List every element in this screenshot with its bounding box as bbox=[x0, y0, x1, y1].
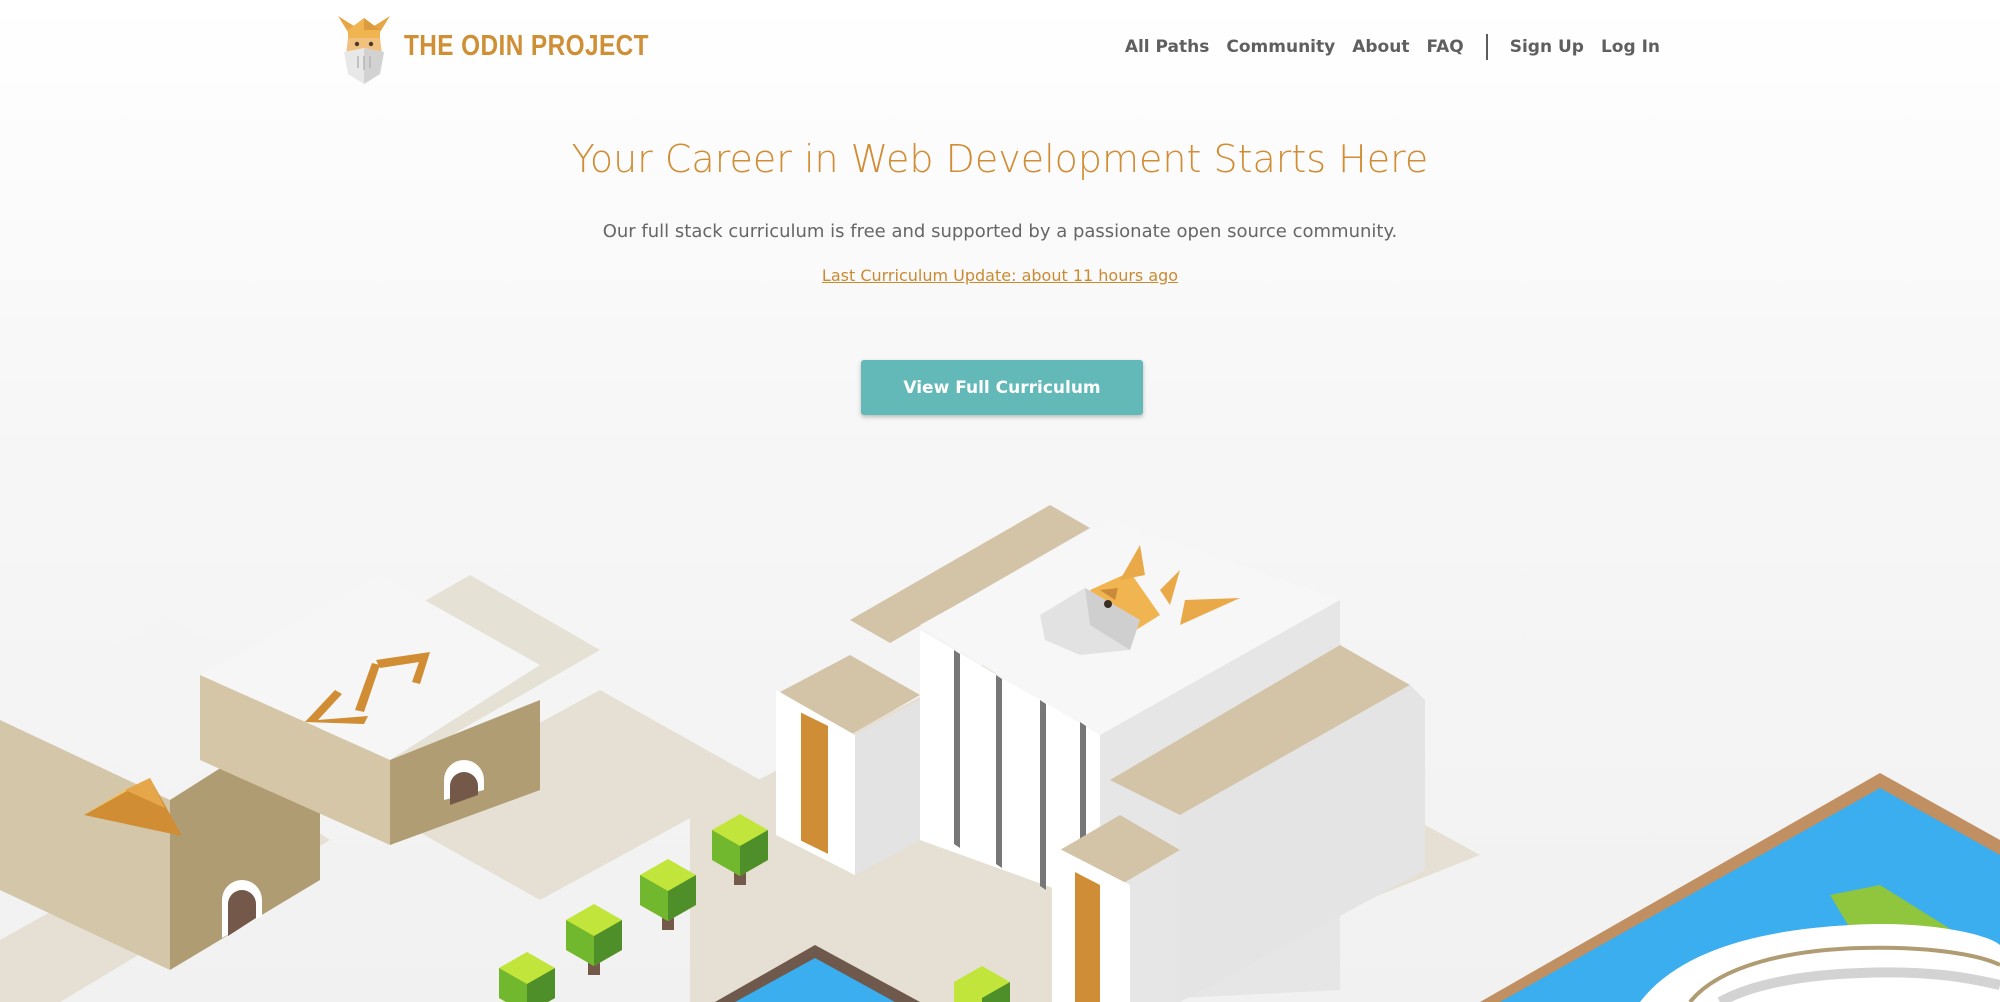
nav-all-paths[interactable]: All Paths bbox=[1125, 37, 1210, 57]
home-logo-link[interactable]: THE ODIN PROJECT bbox=[336, 8, 696, 84]
sign-up-link[interactable]: Sign Up bbox=[1510, 37, 1584, 57]
isometric-campus-illustration bbox=[0, 505, 2000, 1002]
hero-subtitle: Our full stack curriculum is free and su… bbox=[602, 221, 1398, 242]
right-pool-building bbox=[1480, 773, 2000, 1002]
view-full-curriculum-button[interactable]: View Full Curriculum bbox=[861, 360, 1143, 415]
hero-title: Your Career in Web Development Starts He… bbox=[571, 137, 1429, 181]
brand-name: THE ODIN PROJECT bbox=[404, 29, 649, 62]
main-nav: All Paths Community About FAQ Sign Up Lo… bbox=[1125, 31, 1660, 63]
curriculum-update-link[interactable]: Last Curriculum Update: about 11 hours a… bbox=[822, 266, 1178, 285]
navbar: THE ODIN PROJECT All Paths Community Abo… bbox=[0, 0, 2000, 100]
nav-about[interactable]: About bbox=[1352, 37, 1409, 57]
nav-divider bbox=[1485, 34, 1488, 60]
nav-community[interactable]: Community bbox=[1226, 37, 1335, 57]
odin-viking-icon bbox=[338, 16, 390, 84]
log-in-link[interactable]: Log In bbox=[1601, 37, 1660, 57]
nav-faq[interactable]: FAQ bbox=[1426, 37, 1463, 57]
curriculum-update: Last Curriculum Update: about 11 hours a… bbox=[0, 266, 2000, 285]
